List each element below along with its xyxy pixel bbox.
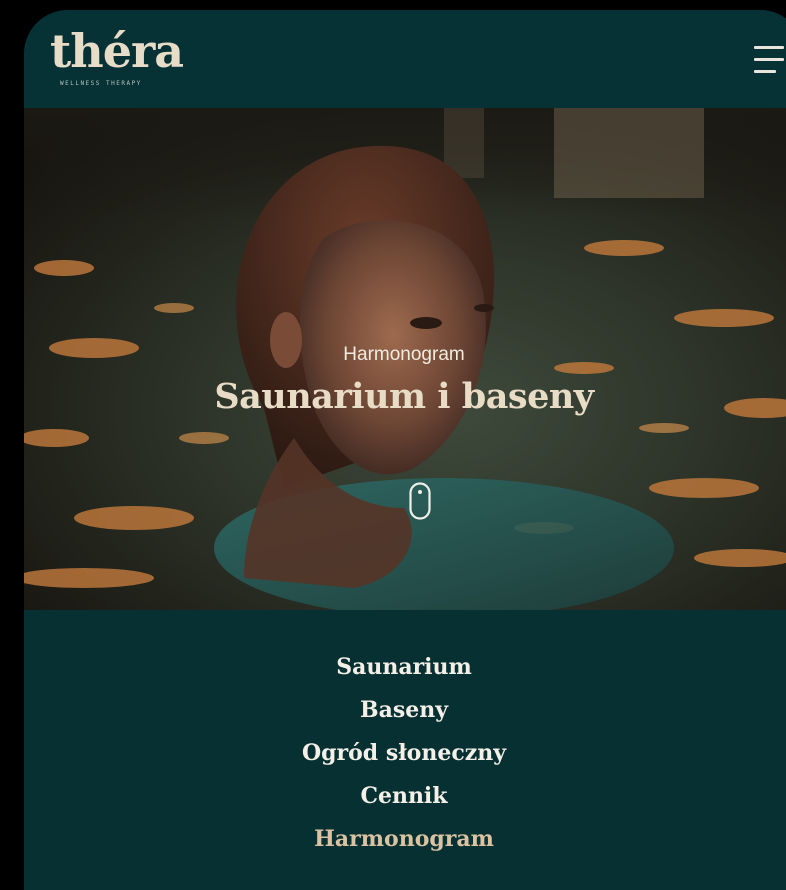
hero-title: Saunarium i baseny xyxy=(214,376,594,417)
hero-eyebrow: Harmonogram xyxy=(343,344,465,365)
hamburger-menu-icon[interactable] xyxy=(754,46,786,80)
menu-bar xyxy=(754,70,776,73)
nav-item-cennik[interactable]: Cennik xyxy=(24,775,784,818)
section-nav: Saunarium Baseny Ogród słoneczny Cennik … xyxy=(24,646,784,861)
nav-item-baseny[interactable]: Baseny xyxy=(24,689,784,732)
brand-logo[interactable]: théra WELLNESS THERAPY xyxy=(50,28,190,98)
mouse-scroll-icon[interactable] xyxy=(409,482,431,520)
brand-name: théra xyxy=(50,24,184,78)
menu-bar xyxy=(754,58,784,61)
hero-section: Harmonogram Saunarium i baseny xyxy=(24,108,786,610)
site-header: théra WELLNESS THERAPY xyxy=(24,10,786,108)
brand-tagline: WELLNESS THERAPY xyxy=(60,80,142,87)
nav-item-saunarium[interactable]: Saunarium xyxy=(24,646,784,689)
phone-screen: théra WELLNESS THERAPY Harmonogram Sauna… xyxy=(24,10,786,890)
nav-item-harmonogram[interactable]: Harmonogram xyxy=(24,818,784,861)
menu-bar xyxy=(754,46,784,49)
nav-item-ogrod-sloneczny[interactable]: Ogród słoneczny xyxy=(24,732,784,775)
